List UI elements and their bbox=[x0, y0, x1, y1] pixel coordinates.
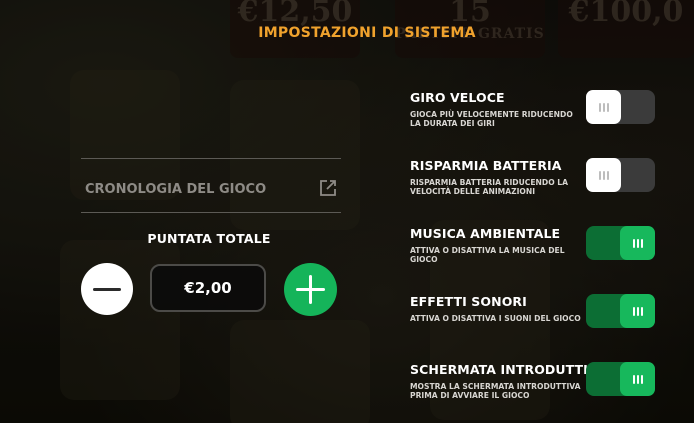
setting-description: RISPARMIA BATTERIA RIDUCENDO LA VELOCITÀ… bbox=[410, 178, 569, 196]
setting-intro-screen: SCHERMATA INTRODUTTIVA MOSTRA LA SCHERMA… bbox=[410, 362, 694, 422]
total-bet-value: €2,00 bbox=[150, 264, 266, 312]
setting-description: GIOCA PIÙ VELOCEMENTE RIDUCENDO LA DURAT… bbox=[410, 110, 573, 128]
setting-name: GIRO VELOCE bbox=[410, 90, 505, 105]
ambient-music-toggle[interactable] bbox=[586, 226, 655, 260]
setting-description: ATTIVA O DISATTIVA LA MUSICA DEL GIOCO bbox=[410, 246, 565, 264]
game-history-label: CRONOLOGIA DEL GIOCO bbox=[85, 182, 267, 197]
decrease-bet-button[interactable] bbox=[81, 263, 133, 315]
toggle-grip-icon bbox=[620, 226, 655, 260]
setting-description: MOSTRA LA SCHERMATA INTRODUTTIVA PRIMA D… bbox=[410, 382, 581, 400]
setting-name: SCHERMATA INTRODUTTIVA bbox=[410, 362, 607, 377]
setting-battery-saver: RISPARMIA BATTERIA RISPARMIA BATTERIA RI… bbox=[410, 158, 694, 218]
increase-bet-button[interactable] bbox=[284, 263, 337, 316]
setting-quick-spin: GIRO VELOCE GIOCA PIÙ VELOCEMENTE RIDUCE… bbox=[410, 90, 694, 150]
toggle-grip-icon bbox=[586, 90, 621, 124]
setting-ambient-music: MUSICA AMBIENTALE ATTIVA O DISATTIVA LA … bbox=[410, 226, 694, 286]
total-bet-label: PUNTATA TOTALE bbox=[147, 231, 271, 246]
setting-sound-effects: EFFETTI SONORI ATTIVA O DISATTIVA I SUON… bbox=[410, 294, 694, 354]
toggle-grip-icon bbox=[586, 158, 621, 192]
sound-effects-toggle[interactable] bbox=[586, 294, 655, 328]
divider bbox=[81, 212, 341, 213]
setting-name: MUSICA AMBIENTALE bbox=[410, 226, 561, 241]
setting-name: EFFETTI SONORI bbox=[410, 294, 527, 309]
external-link-icon bbox=[320, 180, 336, 196]
divider bbox=[81, 158, 341, 159]
minus-icon bbox=[93, 287, 121, 291]
game-history-link[interactable]: CRONOLOGIA DEL GIOCO bbox=[85, 178, 341, 198]
setting-description: ATTIVA O DISATTIVA I SUONI DEL GIOCO bbox=[410, 314, 581, 323]
intro-screen-toggle[interactable] bbox=[586, 362, 655, 396]
page-title: IMPOSTAZIONI DI SISTEMA bbox=[258, 25, 476, 41]
setting-name: RISPARMIA BATTERIA bbox=[410, 158, 562, 173]
toggle-grip-icon bbox=[620, 362, 655, 396]
quick-spin-toggle[interactable] bbox=[586, 90, 655, 124]
battery-saver-toggle[interactable] bbox=[586, 158, 655, 192]
toggle-grip-icon bbox=[620, 294, 655, 328]
